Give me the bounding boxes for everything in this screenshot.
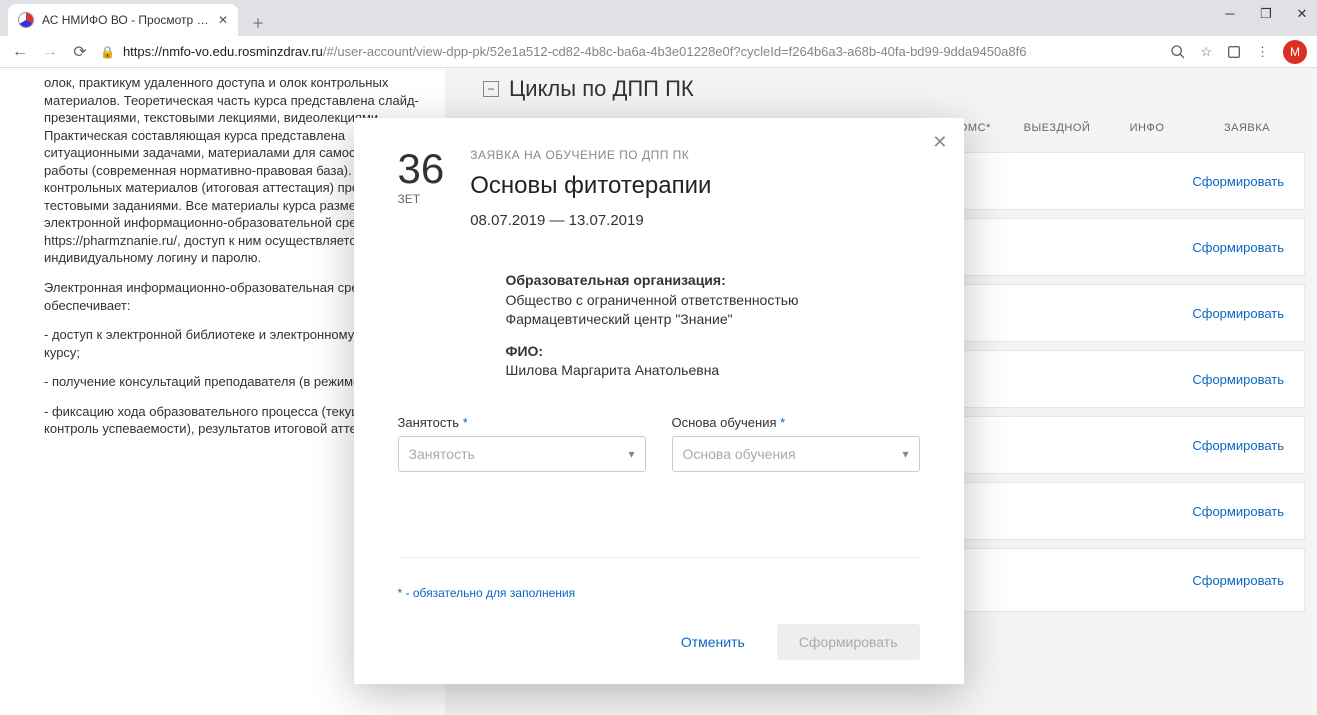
employment-select[interactable]: Занятость ▾: [398, 436, 646, 472]
tab-title: АС НМИФО ВО - Просмотр ДП: [42, 13, 210, 27]
col-info: ИНФО: [1117, 122, 1177, 134]
toolbar-right: ☆ ⋮ М: [1170, 40, 1307, 64]
org-value: Общество с ограниченной ответственностью…: [506, 291, 920, 330]
menu-icon[interactable]: ⋮: [1256, 44, 1269, 60]
fio-value: Шилова Маргарита Анатольевна: [506, 361, 920, 381]
form-link[interactable]: Сформировать: [1192, 573, 1284, 588]
application-modal: ✕ 36 ЗЕТ ЗАЯВКА НА ОБУЧЕНИЕ ПО ДПП ПК Ос…: [354, 118, 964, 684]
close-window-icon[interactable]: ✕: [1293, 6, 1311, 22]
chevron-down-icon: ▾: [628, 447, 634, 461]
employment-field: Занятость * Занятость ▾: [398, 415, 646, 472]
zet-block: 36 ЗЕТ: [398, 148, 445, 229]
collapse-icon[interactable]: −: [483, 81, 499, 97]
modal-head: ЗАЯВКА НА ОБУЧЕНИЕ ПО ДПП ПК Основы фито…: [470, 148, 919, 229]
reload-icon[interactable]: ⟳: [70, 42, 90, 62]
new-tab-button[interactable]: ＋: [244, 8, 272, 36]
form-link[interactable]: Сформировать: [1192, 438, 1284, 453]
modal-title: Основы фитотерапии: [470, 172, 919, 200]
modal-dates: 08.07.2019 — 13.07.2019: [470, 212, 919, 229]
section-header: − Циклы по ДПП ПК: [445, 76, 1317, 102]
modal-info: Образовательная организация: Общество с …: [506, 259, 920, 381]
modal-actions: Отменить Сформировать: [398, 624, 920, 660]
cancel-button[interactable]: Отменить: [667, 624, 759, 660]
bookmark-icon[interactable]: ☆: [1200, 44, 1212, 60]
close-icon[interactable]: ✕: [932, 132, 947, 153]
col-out: ВЫЕЗДНОЙ: [1017, 122, 1097, 134]
forward-icon[interactable]: →: [40, 43, 60, 61]
employment-placeholder: Занятость: [409, 446, 475, 462]
maximize-icon[interactable]: ❐: [1257, 6, 1275, 22]
address-bar: ← → ⟳ 🔒 https://nmfo-vo.edu.rosminzdrav.…: [0, 36, 1317, 68]
col-app: ЗАЯВКА: [1197, 122, 1297, 134]
form-link[interactable]: Сформировать: [1192, 174, 1284, 189]
basis-placeholder: Основа обучения: [683, 446, 796, 462]
url-path: /#/user-account/view-dpp-pk/52e1a512-cd8…: [323, 44, 1027, 59]
form-link[interactable]: Сформировать: [1192, 240, 1284, 255]
chevron-down-icon: ▾: [902, 447, 908, 461]
zoom-icon[interactable]: [1170, 43, 1186, 60]
tab-bar: АС НМИФО ВО - Просмотр ДП ✕ ＋: [0, 0, 1317, 36]
form-row: Занятость * Занятость ▾ Основа обучения …: [398, 415, 920, 472]
browser-tab[interactable]: АС НМИФО ВО - Просмотр ДП ✕: [8, 4, 238, 36]
form-link[interactable]: Сформировать: [1192, 372, 1284, 387]
lock-icon: 🔒: [100, 45, 115, 59]
browser-chrome: ─ ❐ ✕ АС НМИФО ВО - Просмотр ДП ✕ ＋ ← → …: [0, 0, 1317, 68]
tab-close-icon[interactable]: ✕: [218, 13, 228, 27]
modal-header: 36 ЗЕТ ЗАЯВКА НА ОБУЧЕНИЕ ПО ДПП ПК Осно…: [398, 148, 920, 229]
form-link[interactable]: Сформировать: [1192, 306, 1284, 321]
minimize-icon[interactable]: ─: [1221, 6, 1239, 22]
favicon-icon: [18, 12, 34, 28]
avatar[interactable]: М: [1283, 40, 1307, 64]
section-title: Циклы по ДПП ПК: [509, 76, 694, 102]
zet-label: ЗЕТ: [398, 192, 445, 206]
submit-button[interactable]: Сформировать: [777, 624, 920, 660]
extension-icon[interactable]: [1226, 43, 1242, 60]
back-icon[interactable]: ←: [10, 43, 30, 61]
employment-label: Занятость *: [398, 415, 646, 430]
basis-field: Основа обучения * Основа обучения ▾: [672, 415, 920, 472]
org-label: Образовательная организация:: [506, 271, 920, 291]
url-box[interactable]: 🔒 https://nmfo-vo.edu.rosminzdrav.ru/#/u…: [100, 44, 1160, 59]
window-controls: ─ ❐ ✕: [1221, 6, 1311, 22]
form-link[interactable]: Сформировать: [1192, 504, 1284, 519]
fio-label: ФИО:: [506, 342, 920, 362]
page: олок, практикум удаленного доступа и оло…: [0, 68, 1317, 715]
url-host: https://nmfo-vo.edu.rosminzdrav.ru: [123, 44, 323, 59]
modal-subtitle: ЗАЯВКА НА ОБУЧЕНИЕ ПО ДПП ПК: [470, 148, 919, 162]
zet-value: 36: [398, 148, 445, 190]
basis-select[interactable]: Основа обучения ▾: [672, 436, 920, 472]
required-note: * - обязательно для заполнения: [398, 527, 920, 600]
basis-label: Основа обучения *: [672, 415, 920, 430]
